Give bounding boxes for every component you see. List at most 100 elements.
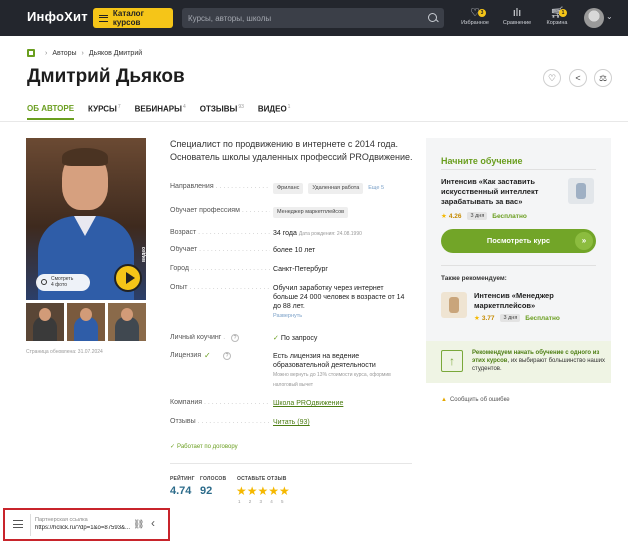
rating-value: 4.74	[170, 485, 192, 497]
menu-icon	[99, 14, 108, 22]
magnifier-icon	[41, 279, 47, 285]
course-meta: ★ 4.26 3 дня Бесплатно	[441, 212, 527, 220]
watch-photos-button[interactable]: Смотреть 4 фото	[36, 274, 90, 291]
author-photo[interactable]: Смотреть 4 фото	[26, 138, 146, 300]
stats-divider	[170, 463, 412, 464]
photo-count-label: 4 фото	[51, 282, 67, 288]
license-help-icon[interactable]: ?	[223, 352, 231, 360]
star-numbers: 1 2 3 4 5	[238, 499, 284, 504]
heart-icon: ♡	[470, 7, 480, 19]
report-error-link[interactable]: ▲ Сообщить об ошибке	[441, 397, 510, 403]
votes-label: ГОЛОСОВ	[200, 476, 227, 482]
favorites-label: Избранное	[461, 20, 489, 26]
photo-thumbnail[interactable]	[67, 303, 105, 341]
photo-thumbnail[interactable]	[26, 303, 64, 341]
birth-date: Дата рождения: 24.08.1990	[298, 231, 362, 237]
breadcrumb-item-current: Дьяков Дмитрий	[88, 49, 143, 57]
coaching-help-icon[interactable]: ?	[231, 334, 239, 342]
photo-thumbnail[interactable]	[108, 303, 146, 341]
affiliate-url[interactable]: https://hclick.ru/?dp=1&o=87593&...	[35, 525, 131, 531]
cart-button[interactable]: 🛒︎ 1 Корзина	[537, 6, 577, 26]
search-bar	[182, 8, 444, 28]
affiliate-link-bar: Партнерская ссылка https://hclick.ru/?dp…	[3, 508, 170, 541]
field-label: Возраст	[170, 229, 270, 236]
link-icon[interactable]: ⛓	[133, 519, 144, 530]
site-logo[interactable]: ИнфоХит	[27, 9, 88, 24]
direction-chip[interactable]: Удаленная работа	[308, 183, 364, 194]
license-line: Есть лицензия на ведение	[273, 353, 360, 360]
experience-line: до 88 лет.	[273, 303, 305, 310]
field-label: Компания	[170, 399, 270, 406]
contract-badge: ✓ Работает по договору	[170, 444, 238, 450]
tab-video[interactable]: ВИДЕО1	[258, 104, 291, 120]
compare-chart-icon: ılı	[512, 7, 522, 19]
reviews-link[interactable]: Читать (93)	[273, 418, 310, 427]
page-title: Дмитрий Дьяков	[27, 66, 185, 87]
play-video-icon[interactable]	[114, 264, 142, 292]
breadcrumb-item-authors[interactable]: Авторы	[52, 50, 76, 57]
expand-link[interactable]: Развернуть	[273, 313, 302, 319]
license-note: налоговый вычет	[273, 382, 313, 388]
course-duration: 3 дня	[500, 314, 521, 322]
search-input[interactable]	[188, 10, 418, 26]
chevron-down-icon[interactable]: ⌄	[606, 12, 613, 21]
search-icon[interactable]	[428, 13, 437, 22]
catalog-button[interactable]: Каталог курсов	[93, 8, 173, 28]
author-intro: Специалист по продвижению в интернете с …	[170, 139, 413, 162]
check-icon: ✓	[273, 335, 279, 342]
tab-about[interactable]: ОБ АВТОРЕ	[27, 104, 75, 120]
star-rating-input[interactable]: ★★★★★	[236, 484, 290, 498]
tab-reviews[interactable]: ОТЗЫВЫ93	[200, 104, 244, 120]
city-value: Санкт-Петербург	[273, 266, 328, 273]
breadcrumb-separator: ›	[81, 49, 84, 57]
chevron-left-icon[interactable]: ‹	[151, 516, 155, 530]
also-recommend-label: Также рекомендуем:	[441, 275, 507, 282]
age-value: 34 года	[273, 230, 297, 237]
menu-icon[interactable]	[13, 520, 23, 528]
course-title-link[interactable]: Интенсив «Менеджер маркетплейсов»	[474, 291, 594, 311]
compare-label: Сравнение	[502, 20, 532, 26]
field-label: Личный коучинг	[170, 334, 226, 341]
page-updated-date: Страница обновлена: 31.07.2024	[26, 349, 103, 355]
affiliate-label: Партнерская ссылка	[35, 517, 88, 523]
compare-button[interactable]: ılı Сравнение	[497, 6, 537, 26]
license-verified-icon: ✓	[204, 351, 211, 360]
more-directions-link[interactable]: Еще 5	[368, 185, 384, 191]
top-header: ИнфоХит Каталог курсов ♡ 3 Избранное ılı…	[0, 0, 628, 36]
user-avatar[interactable]	[584, 8, 604, 28]
catalog-label: Каталог курсов	[112, 9, 144, 27]
field-label: Направления	[170, 183, 270, 190]
share-button[interactable]: <	[569, 69, 587, 87]
teaching-value: более 10 лет	[273, 247, 316, 254]
profession-chip[interactable]: Менеджер маркетплейсов	[273, 207, 349, 218]
field-label: Обучает профессиям	[170, 207, 270, 214]
tab-courses[interactable]: КУРСЫ7	[88, 104, 121, 120]
license-note: Можно вернуть до 13% стоимости курса, оф…	[273, 372, 391, 378]
company-link[interactable]: Школа PROдвижение	[273, 399, 343, 408]
video-tag: видео	[141, 246, 147, 262]
course-thumbnail[interactable]	[568, 178, 594, 204]
course-meta: ★ 3.77 3 дня Бесплатно	[474, 314, 560, 322]
watch-course-button[interactable]: Посмотреть курс »	[441, 229, 596, 253]
home-icon[interactable]	[27, 49, 35, 57]
star-icon: ★	[474, 315, 480, 322]
tab-webinars[interactable]: ВЕБИНАРЫ4	[135, 104, 186, 120]
course-rating: 4.26	[448, 212, 462, 220]
check-icon: ✓	[170, 444, 176, 450]
star-icon: ★	[441, 213, 447, 220]
course-title-link[interactable]: Интенсив «Как заставить искусственный ин…	[441, 177, 561, 207]
panel-heading: Начните обучение	[441, 156, 523, 166]
course-thumbnail[interactable]	[441, 292, 467, 318]
favorite-heart-button[interactable]: ♡	[543, 69, 561, 87]
rating-label: РЕЙТИНГ	[170, 476, 195, 482]
field-label: Обучает	[170, 246, 270, 253]
votes-value: 92	[200, 485, 213, 497]
favorites-button[interactable]: ♡ 3 Избранное	[455, 6, 495, 26]
direction-chip[interactable]: Фриланс	[273, 183, 304, 194]
arrow-up-icon: ↑	[441, 350, 463, 372]
compare-add-button[interactable]: ⚖	[594, 69, 612, 87]
recommend-banner: ↑ Рекомендуем начать обучение с одного и…	[426, 341, 611, 383]
course-price: Бесплатно	[492, 212, 527, 220]
profile-tabs: ОБ АВТОРЕ КУРСЫ7 ВЕБИНАРЫ4 ОТЗЫВЫ93 ВИДЕ…	[27, 104, 304, 120]
breadcrumb-separator: ›	[45, 49, 48, 57]
